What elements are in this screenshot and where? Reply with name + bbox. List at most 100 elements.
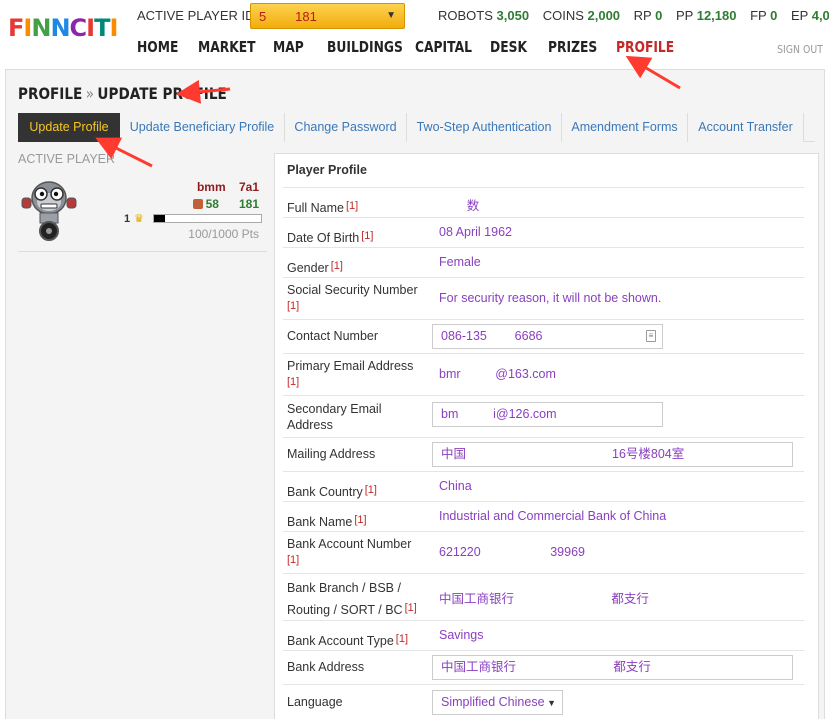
bank-account-number-value: 621220 39969: [439, 545, 585, 559]
stat-value-pp: 12,180: [696, 8, 737, 23]
bank-branch-label: Bank Branch / BSB / Routing / SORT / BC [1…: [287, 581, 417, 617]
breadcrumb-root[interactable]: PROFILE: [18, 84, 82, 103]
tab-two-step-authentication[interactable]: Two-Step Authentication: [407, 113, 562, 142]
stat-label-pp: PP: [675, 8, 694, 23]
primary-email-label: Primary Email Address [1]: [287, 359, 414, 388]
row-ssn: Social Security Number [1] For security r…: [283, 277, 804, 319]
profile-panel: PROFILE» UPDATE PROFILE Update Profile Up…: [5, 69, 825, 719]
signout-link[interactable]: SIGN OUT: [777, 43, 823, 56]
row-bank-address: Bank Address 中国工商银行 都支行: [283, 650, 804, 684]
player-id-value: 58 181: [205, 197, 259, 211]
contact-number-input[interactable]: 086-135 6686 ≡: [432, 324, 663, 349]
bank-branch-value: 中国工商银行 都支行: [439, 592, 649, 606]
active-player-card[interactable]: bmm 7a1 58 181 1 ♛ 100/1000 Pts: [18, 172, 267, 252]
full-name-value: 数: [439, 199, 480, 213]
breadcrumb-separator: »: [85, 84, 95, 103]
nav-profile[interactable]: PROFILE: [616, 38, 674, 56]
row-bank-account-type: Bank Account Type [1] Savings: [283, 620, 804, 650]
active-player-label: ACTIVE PLAYER ID: [137, 8, 255, 23]
row-mailing-address: Mailing Address 中国 16号楼804室: [283, 437, 804, 471]
secondary-email-input[interactable]: bm i@126.com: [432, 402, 663, 427]
stat-value-coins: 2,000: [587, 8, 621, 23]
stat-label-ep: EP: [790, 8, 809, 23]
currency-stats: ROBOTS 3,050 COINS 2,000 RP 0 PP 12,180 …: [438, 8, 829, 23]
finnciti-logo[interactable]: FINNCITI: [8, 14, 118, 42]
tab-update-profile[interactable]: Update Profile: [18, 113, 120, 142]
row-bank-name: Bank Name [1] Industrial and Commercial B…: [283, 501, 804, 531]
mailing-address-label: Mailing Address: [287, 447, 376, 461]
language-select[interactable]: Simplified Chinese ▼: [432, 690, 563, 715]
row-bank-country: Bank Country [1] China: [283, 471, 804, 501]
player-name: bmm 7a1: [196, 180, 259, 194]
nav-home[interactable]: HOME: [137, 38, 178, 56]
row-bank-account-number: Bank Account Number [1] 621220 39969: [283, 531, 804, 573]
row-contact-number: Contact Number 086-135 6686 ≡: [283, 319, 804, 353]
top-header: FINNCITI ACTIVE PLAYER ID 5 181 ▼ ROBOTS…: [0, 0, 829, 68]
nav-market[interactable]: MARKET: [198, 38, 256, 56]
player-level: 1: [124, 213, 131, 225]
row-primary-email: Primary Email Address [1] bmr @163.com: [283, 353, 804, 395]
row-secondary-email: Secondary Email Address bm i@126.com: [283, 395, 804, 437]
secondary-email-label: Secondary Email Address: [287, 402, 382, 432]
crown-icon: ♛: [134, 213, 144, 225]
xp-progress-fill: [154, 215, 165, 222]
ssn-label: Social Security Number [1]: [287, 283, 418, 312]
bank-account-number-label: Bank Account Number [1]: [287, 537, 412, 566]
bank-name-value: Industrial and Commercial Bank of China: [439, 509, 667, 523]
stat-label-robots: ROBOTS: [438, 8, 493, 23]
tab-update-beneficiary-profile[interactable]: Update Beneficiary Profile: [120, 113, 285, 142]
gender-value: Female: [439, 255, 481, 269]
stat-value-ep: 4,000: [811, 8, 829, 23]
active-player-title: ACTIVE PLAYER: [18, 152, 116, 166]
active-player-value: 5 181: [259, 9, 317, 24]
active-player-select[interactable]: 5 181 ▼: [250, 3, 405, 29]
stat-value-robots: 3,050: [496, 8, 530, 23]
contact-number-label: Contact Number: [287, 329, 379, 343]
row-gender: Gender [1] Female: [283, 247, 804, 277]
language-label: Language: [287, 695, 343, 709]
row-full-name: Full Name [1] 数: [283, 187, 804, 217]
player-profile-form: Player Profile Full Name [1] 数 Date Of Bi…: [274, 153, 819, 719]
primary-email-value: bmr @163.com: [439, 367, 556, 381]
nav-capital[interactable]: CAPITAL: [415, 38, 472, 56]
chevron-down-icon: ▼: [386, 10, 396, 21]
stat-value-rp: 0: [655, 8, 663, 23]
stat-label-coins: COINS: [542, 8, 584, 23]
bank-account-type-value: Savings: [439, 628, 484, 642]
tab-amendment-forms[interactable]: Amendment Forms: [562, 113, 688, 142]
active-player-column: ACTIVE PLAYER bmm 7a1 58 181 1 ♛ 100/100…: [18, 152, 267, 252]
chevron-down-icon: ▼: [547, 698, 556, 708]
full-name-label: Full Name [1]: [287, 200, 359, 215]
row-language: Language Simplified Chinese ▼: [283, 684, 804, 719]
stat-value-fp: 0: [770, 8, 778, 23]
breadcrumb: PROFILE» UPDATE PROFILE: [18, 84, 227, 103]
tab-change-password[interactable]: Change Password: [285, 113, 407, 142]
mailing-address-input[interactable]: 中国 16号楼804室: [432, 442, 793, 467]
xp-progress-bar: [153, 214, 262, 223]
player-id-icon: [192, 199, 203, 209]
stat-label-rp: RP: [633, 8, 652, 23]
tab-account-transfer[interactable]: Account Transfer: [688, 113, 804, 142]
robot-avatar-icon: [21, 181, 77, 241]
profile-tabs: Update Profile Update Beneficiary Profil…: [18, 113, 815, 142]
bank-country-label: Bank Country [1]: [287, 484, 377, 499]
dob-value: 08 April 1962: [439, 225, 512, 239]
player-id: 58 181: [192, 197, 259, 211]
contact-card-icon: ≡: [646, 330, 656, 342]
bank-country-value: China: [439, 479, 472, 493]
bank-name-label: Bank Name [1]: [287, 514, 367, 529]
nav-buildings[interactable]: BUILDINGS: [327, 38, 403, 56]
ssn-value: For security reason, it will not be show…: [439, 291, 662, 305]
nav-desk[interactable]: DESK: [490, 38, 527, 56]
bank-account-type-label: Bank Account Type [1]: [287, 633, 409, 648]
row-bank-branch: Bank Branch / BSB / Routing / SORT / BC [1…: [283, 573, 804, 620]
nav-map[interactable]: MAP: [273, 38, 304, 56]
breadcrumb-current: UPDATE PROFILE: [97, 84, 227, 103]
bank-address-input[interactable]: 中国工商银行 都支行: [432, 655, 793, 680]
dob-label: Date Of Birth [1]: [287, 230, 374, 245]
nav-prizes[interactable]: PRIZES: [548, 38, 597, 56]
row-date-of-birth: Date Of Birth [1] 08 April 1962: [283, 217, 804, 247]
form-title: Player Profile: [287, 163, 367, 177]
xp-points: 100/1000 Pts: [188, 227, 259, 241]
bank-address-label: Bank Address: [287, 660, 365, 674]
